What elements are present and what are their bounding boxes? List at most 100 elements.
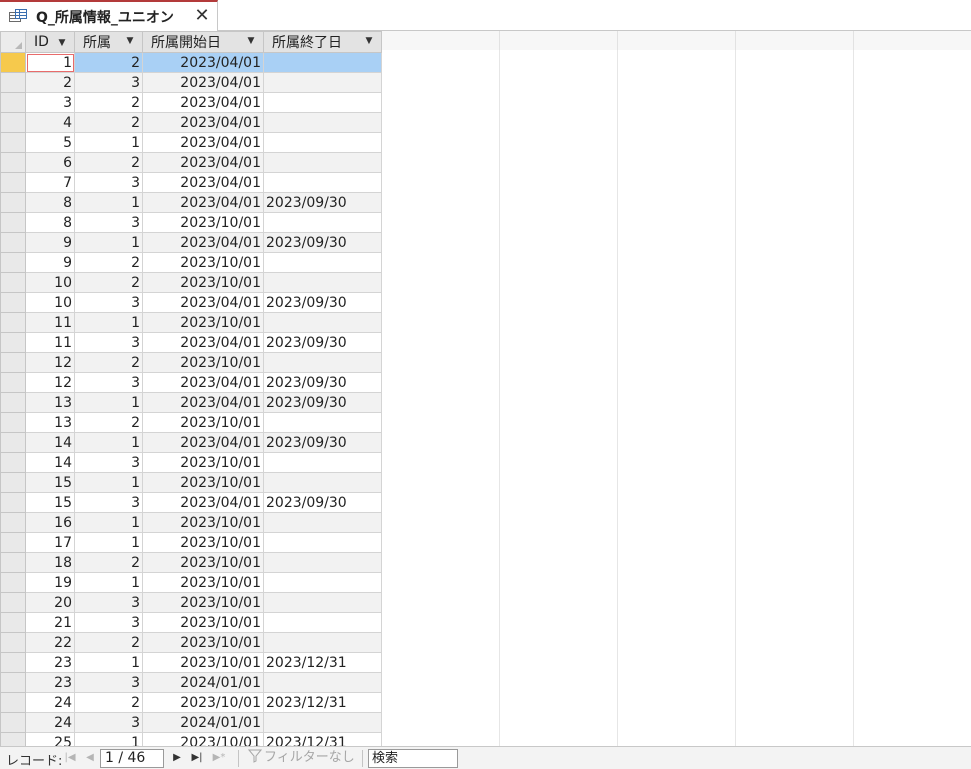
cell-end-date[interactable] <box>263 672 382 693</box>
row-selector[interactable] <box>0 272 26 293</box>
cell-id[interactable]: 8 <box>25 192 75 213</box>
row-selector[interactable] <box>0 292 26 313</box>
cell-start-date[interactable]: 2023/10/01 <box>142 472 264 493</box>
cell-end-date[interactable] <box>263 352 382 373</box>
search-input[interactable]: 検索 <box>368 749 458 768</box>
cell-shozoku[interactable]: 2 <box>74 52 143 73</box>
row-selector[interactable] <box>0 372 26 393</box>
table-row[interactable]: 12 3 2023/04/01 2023/09/30 <box>0 372 382 393</box>
cell-shozoku[interactable]: 1 <box>74 432 143 453</box>
table-row[interactable]: 4 2 2023/04/01 <box>0 112 382 133</box>
column-header-shozoku[interactable]: 所属 ▼ <box>74 31 143 53</box>
cell-start-date[interactable]: 2023/10/01 <box>142 452 264 473</box>
row-selector[interactable] <box>0 612 26 633</box>
cell-start-date[interactable]: 2023/04/01 <box>142 112 264 133</box>
cell-id[interactable]: 7 <box>25 172 75 193</box>
cell-shozoku[interactable]: 3 <box>74 712 143 733</box>
table-row[interactable]: 2 3 2023/04/01 <box>0 72 382 93</box>
cell-end-date[interactable]: 2023/09/30 <box>263 492 382 513</box>
cell-shozoku[interactable]: 1 <box>74 572 143 593</box>
cell-shozoku[interactable]: 1 <box>74 732 143 746</box>
cell-shozoku[interactable]: 3 <box>74 592 143 613</box>
cell-start-date[interactable]: 2023/04/01 <box>142 372 264 393</box>
cell-id[interactable]: 14 <box>25 452 75 473</box>
cell-shozoku[interactable]: 2 <box>74 112 143 133</box>
cell-end-date[interactable] <box>263 252 382 273</box>
datasheet[interactable]: ID ▼ 所属 ▼ 所属開始日 ▼ 所属終了日 ▼ 1 2 2023/04/01 2 3 2023… <box>0 31 971 746</box>
cell-shozoku[interactable]: 3 <box>74 72 143 93</box>
cell-start-date[interactable]: 2023/04/01 <box>142 52 264 73</box>
cell-start-date[interactable]: 2023/04/01 <box>142 432 264 453</box>
row-selector[interactable] <box>0 712 26 733</box>
cell-end-date[interactable]: 2023/12/31 <box>263 652 382 673</box>
cell-shozoku[interactable]: 2 <box>74 152 143 173</box>
cell-id[interactable]: 13 <box>25 412 75 433</box>
cell-id[interactable]: 8 <box>25 212 75 233</box>
close-icon[interactable]: ✕ <box>192 5 212 27</box>
cell-shozoku[interactable]: 1 <box>74 652 143 673</box>
table-row[interactable]: 18 2 2023/10/01 <box>0 552 382 573</box>
cell-id[interactable]: 5 <box>25 132 75 153</box>
cell-start-date[interactable]: 2023/10/01 <box>142 572 264 593</box>
table-row[interactable]: 14 3 2023/10/01 <box>0 452 382 473</box>
cell-start-date[interactable]: 2023/04/01 <box>142 192 264 213</box>
cell-id[interactable]: 6 <box>25 152 75 173</box>
table-row[interactable]: 10 2 2023/10/01 <box>0 272 382 293</box>
cell-end-date[interactable] <box>263 132 382 153</box>
row-selector[interactable] <box>0 572 26 593</box>
row-selector[interactable] <box>0 732 26 746</box>
cell-shozoku[interactable]: 2 <box>74 352 143 373</box>
table-row[interactable]: 23 3 2024/01/01 <box>0 672 382 693</box>
cell-id[interactable]: 4 <box>25 112 75 133</box>
cell-start-date[interactable]: 2023/04/01 <box>142 152 264 173</box>
cell-shozoku[interactable]: 3 <box>74 372 143 393</box>
table-row[interactable]: 5 1 2023/04/01 <box>0 132 382 153</box>
cell-end-date[interactable] <box>263 532 382 553</box>
cell-start-date[interactable]: 2023/04/01 <box>142 492 264 513</box>
cell-start-date[interactable]: 2023/04/01 <box>142 332 264 353</box>
table-row[interactable]: 10 3 2023/04/01 2023/09/30 <box>0 292 382 313</box>
cell-id[interactable]: 2 <box>25 72 75 93</box>
cell-shozoku[interactable]: 3 <box>74 612 143 633</box>
table-row[interactable]: 8 1 2023/04/01 2023/09/30 <box>0 192 382 213</box>
cell-end-date[interactable] <box>263 112 382 133</box>
table-row[interactable]: 24 2 2023/10/01 2023/12/31 <box>0 692 382 713</box>
cell-shozoku[interactable]: 1 <box>74 392 143 413</box>
table-row[interactable]: 19 1 2023/10/01 <box>0 572 382 593</box>
cell-start-date[interactable]: 2023/10/01 <box>142 532 264 553</box>
chevron-down-icon[interactable]: ▼ <box>55 36 69 50</box>
new-record-icon[interactable]: ▶* <box>211 749 227 766</box>
cell-end-date[interactable] <box>263 412 382 433</box>
cell-end-date[interactable] <box>263 572 382 593</box>
cell-shozoku[interactable]: 3 <box>74 332 143 353</box>
row-selector[interactable] <box>0 212 26 233</box>
table-row[interactable]: 7 3 2023/04/01 <box>0 172 382 193</box>
cell-end-date[interactable] <box>263 272 382 293</box>
cell-end-date[interactable]: 2023/09/30 <box>263 232 382 253</box>
row-selector[interactable] <box>0 192 26 213</box>
cell-id[interactable]: 15 <box>25 472 75 493</box>
row-selector[interactable] <box>0 92 26 113</box>
cell-end-date[interactable] <box>263 172 382 193</box>
cell-end-date[interactable] <box>263 52 382 73</box>
cell-id[interactable]: 14 <box>25 432 75 453</box>
cell-end-date[interactable] <box>263 512 382 533</box>
row-selector[interactable] <box>0 112 26 133</box>
table-row[interactable]: 15 3 2023/04/01 2023/09/30 <box>0 492 382 513</box>
cell-id[interactable]: 24 <box>25 712 75 733</box>
cell-shozoku[interactable]: 2 <box>74 632 143 653</box>
cell-end-date[interactable] <box>263 632 382 653</box>
cell-start-date[interactable]: 2023/10/01 <box>142 212 264 233</box>
query-tab[interactable]: Q_所属情報_ユニオン ✕ <box>0 0 218 31</box>
cell-start-date[interactable]: 2023/04/01 <box>142 92 264 113</box>
cell-end-date[interactable]: 2023/09/30 <box>263 372 382 393</box>
cell-shozoku[interactable]: 1 <box>74 312 143 333</box>
row-selector[interactable] <box>0 632 26 653</box>
cell-id[interactable]: 19 <box>25 572 75 593</box>
cell-id[interactable]: 3 <box>25 92 75 113</box>
row-selector[interactable] <box>0 472 26 493</box>
current-record-field[interactable]: 1 / 46 <box>100 749 164 768</box>
table-row[interactable]: 20 3 2023/10/01 <box>0 592 382 613</box>
chevron-down-icon[interactable]: ▼ <box>362 34 376 48</box>
cell-shozoku[interactable]: 3 <box>74 172 143 193</box>
